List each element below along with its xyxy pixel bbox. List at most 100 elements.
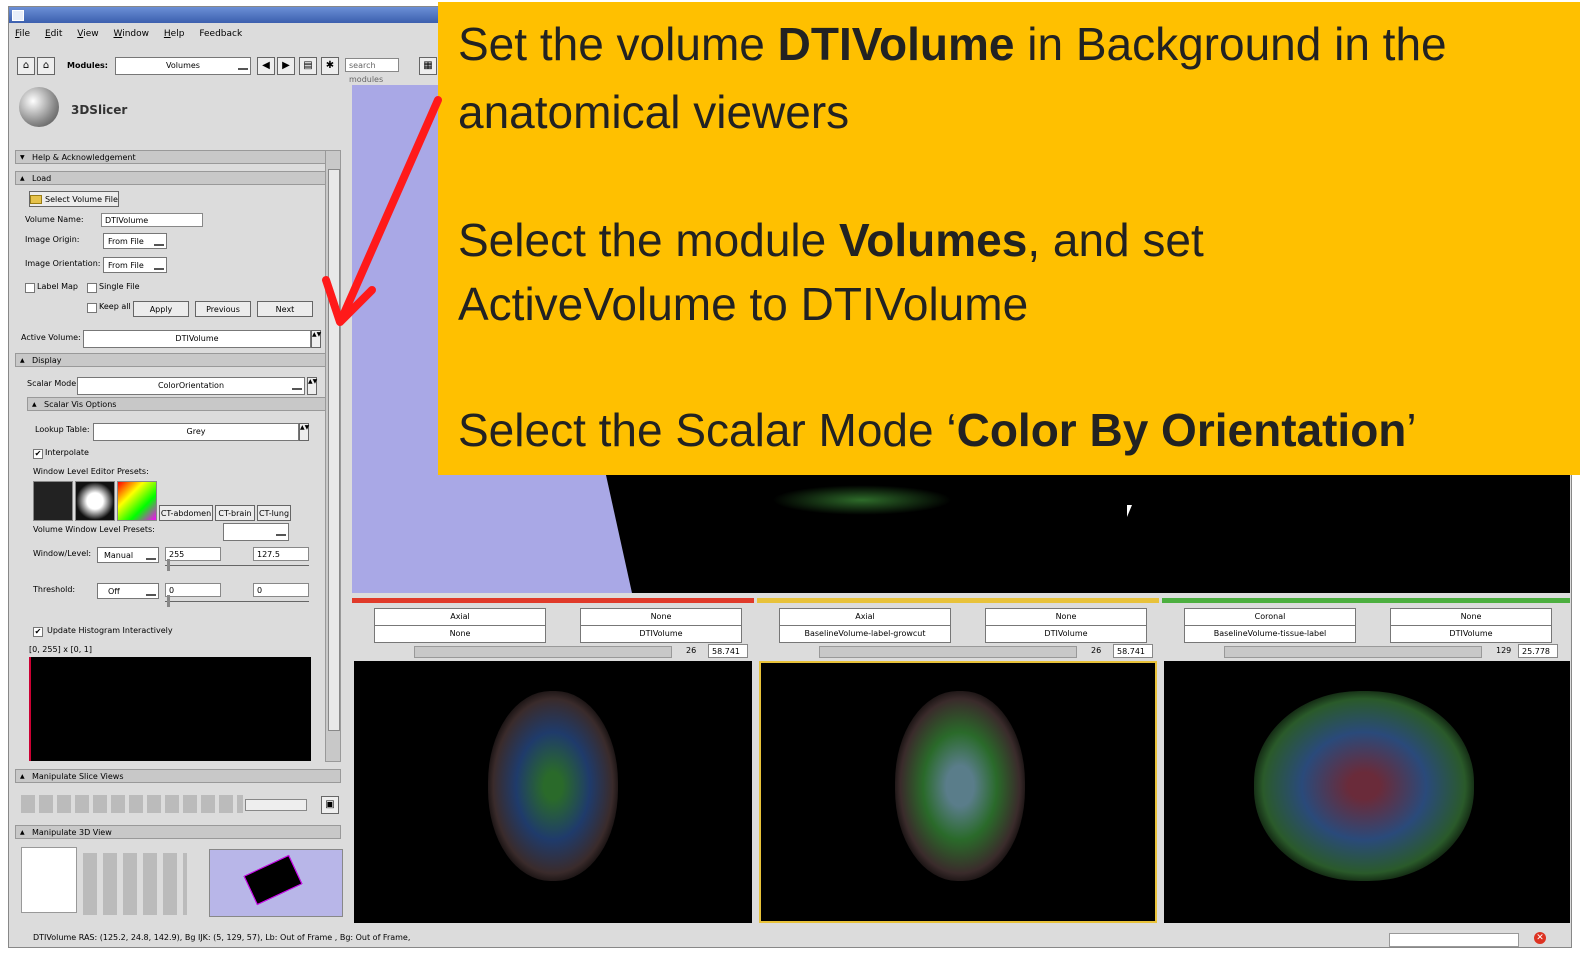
- image-origin-select[interactable]: From File: [103, 233, 167, 249]
- section-scalar-vis[interactable]: Scalar Vis Options: [27, 397, 327, 412]
- menu-help[interactable]: Help: [164, 29, 185, 39]
- 3d-view-tools-icons[interactable]: [83, 853, 187, 915]
- orientation-compass-icon[interactable]: [21, 847, 77, 913]
- window-level-slider-handle[interactable]: [167, 559, 170, 571]
- preset-ct-thumbnail[interactable]: [33, 481, 73, 521]
- preset-color-thumbnail[interactable]: [117, 481, 157, 521]
- level-input[interactable]: 127.5: [253, 547, 309, 561]
- vol-wl-presets-select[interactable]: [223, 523, 289, 541]
- menu-window[interactable]: Window: [114, 29, 150, 39]
- interpolate-checkbox[interactable]: ✔: [33, 449, 43, 459]
- label-select-red[interactable]: None: [450, 629, 471, 638]
- threshold-slider-handle[interactable]: [167, 595, 170, 607]
- slice-slider-yellow[interactable]: [819, 646, 1077, 658]
- slice-offset-yellow[interactable]: 58.741: [1113, 644, 1153, 658]
- menu-view[interactable]: View: [77, 29, 98, 39]
- vol-wl-presets-label: Volume Window Level Presets:: [33, 525, 155, 534]
- module-toolbar: ⌂ ⌂ Modules: Volumes ◀ ▶ ▤ ✱ search modu…: [9, 51, 449, 84]
- scalar-mode-spinner-icon[interactable]: ▲▼: [307, 377, 317, 395]
- navigator-slab: [243, 854, 303, 906]
- threshold-label: Threshold:: [33, 585, 76, 594]
- lookup-spinner-icon[interactable]: ▲▼: [299, 423, 309, 441]
- slice-offset-red[interactable]: 58.741: [708, 644, 748, 658]
- orientation-select-yellow[interactable]: Axial: [855, 612, 875, 621]
- label-select-yellow[interactable]: BaselineVolume-label-growcut: [804, 629, 925, 638]
- bg-select-red[interactable]: DTIVolume: [639, 629, 682, 638]
- preset-ct-abdomen-button[interactable]: CT-abdomen: [159, 505, 213, 521]
- menu-feedback[interactable]: Feedback: [199, 29, 242, 39]
- volume-name-input[interactable]: DTIVolume: [101, 213, 203, 227]
- orientation-select-green[interactable]: Coronal: [1255, 612, 1286, 621]
- image-orientation-select[interactable]: From File: [103, 257, 167, 273]
- threshold-max-input[interactable]: 0: [253, 583, 309, 597]
- slice-number-green: 129: [1496, 646, 1512, 655]
- window-input[interactable]: 255: [165, 547, 221, 561]
- scalar-mode-label: Scalar Mode: [27, 379, 77, 388]
- slicer-logo-icon: [19, 87, 59, 127]
- 3d-navigator-view[interactable]: [209, 849, 343, 917]
- section-help[interactable]: Help & Acknowledgement: [15, 150, 331, 165]
- slice-number-yellow: 26: [1091, 646, 1102, 655]
- preset-bw-thumbnail[interactable]: [75, 481, 115, 521]
- volume-name-label: Volume Name:: [25, 215, 84, 224]
- window-level-slider[interactable]: [165, 565, 309, 566]
- grid-layout-icon[interactable]: ▦: [419, 57, 437, 75]
- home-icon[interactable]: ⌂: [17, 57, 35, 75]
- slice-slider-green[interactable]: [1224, 646, 1482, 658]
- keep-all-checkbox[interactable]: [87, 303, 97, 313]
- fg-select-green[interactable]: None: [1461, 612, 1482, 621]
- favorite-module-icon[interactable]: ⌂: [37, 57, 55, 75]
- threshold-mode-value: Off: [108, 587, 120, 596]
- refresh-icon[interactable]: ✱: [321, 57, 339, 75]
- preset-ct-lung-button[interactable]: CT-lung: [257, 505, 291, 521]
- select-volume-file-button[interactable]: Select Volume File: [29, 191, 119, 207]
- single-file-checkbox[interactable]: [87, 283, 97, 293]
- fg-select-red[interactable]: None: [651, 612, 672, 621]
- lookup-table-select[interactable]: Grey: [93, 423, 299, 441]
- menu-bar: File Edit View Window Help Feedback: [9, 23, 449, 45]
- slice-view-green[interactable]: [1164, 661, 1570, 923]
- module-selector[interactable]: Volumes: [115, 57, 251, 75]
- history-icon[interactable]: ▤: [299, 57, 317, 75]
- section-manipulate-3d[interactable]: Manipulate 3D View: [15, 825, 341, 840]
- label-map-checkbox[interactable]: [25, 283, 35, 293]
- scalar-mode-select[interactable]: ColorOrientation: [77, 377, 305, 395]
- preset-ct-brain-button[interactable]: CT-brain: [215, 505, 255, 521]
- previous-button[interactable]: Previous: [195, 301, 251, 317]
- slice-view-yellow[interactable]: [759, 661, 1157, 923]
- back-arrow-icon[interactable]: ◀: [257, 57, 275, 75]
- threshold-min-input[interactable]: 0: [165, 583, 221, 597]
- bg-select-green[interactable]: DTIVolume: [1449, 629, 1492, 638]
- active-volume-select[interactable]: DTIVolume: [83, 330, 311, 348]
- search-modules-input[interactable]: search modules: [345, 58, 399, 84]
- slice-view-tools-icons[interactable]: [21, 795, 243, 813]
- menu-edit[interactable]: Edit: [45, 29, 62, 39]
- slice-options-icon[interactable]: ▣: [321, 796, 339, 814]
- modules-label: Modules:: [67, 61, 109, 70]
- overlay-line-3: Select the module Volumes, and set: [458, 212, 1204, 268]
- slice-view-red[interactable]: [354, 661, 752, 923]
- threshold-mode-select[interactable]: Off: [97, 583, 159, 599]
- next-button[interactable]: Next: [257, 301, 313, 317]
- bg-select-yellow[interactable]: DTIVolume: [1044, 629, 1087, 638]
- section-display[interactable]: Display: [15, 353, 331, 368]
- fg-select-yellow[interactable]: None: [1056, 612, 1077, 621]
- update-histogram-checkbox[interactable]: ✔: [33, 627, 43, 637]
- threshold-slider[interactable]: [165, 601, 309, 602]
- menu-file[interactable]: File: [15, 29, 30, 39]
- section-load[interactable]: Load: [15, 171, 331, 186]
- overlay-line-5a: Select the Scalar Mode ‘: [458, 404, 957, 456]
- brain-slice-green: [1254, 691, 1474, 881]
- forward-arrow-icon[interactable]: ▶: [277, 57, 295, 75]
- label-select-green[interactable]: BaselineVolume-tissue-label: [1214, 629, 1326, 638]
- slice-fov-slider[interactable]: [245, 799, 307, 811]
- orientation-select-red[interactable]: Axial: [450, 612, 470, 621]
- window-menu-icon[interactable]: [12, 10, 24, 21]
- overlay-line-5b: Color By Orientation: [956, 404, 1407, 456]
- slice-slider-red[interactable]: [414, 646, 672, 658]
- error-icon[interactable]: ✕: [1534, 932, 1546, 944]
- window-level-mode-select[interactable]: Manual: [97, 547, 159, 563]
- section-manipulate-slice[interactable]: Manipulate Slice Views: [15, 769, 341, 784]
- slice-offset-green[interactable]: 25.778: [1518, 644, 1558, 658]
- apply-button[interactable]: Apply: [133, 301, 189, 317]
